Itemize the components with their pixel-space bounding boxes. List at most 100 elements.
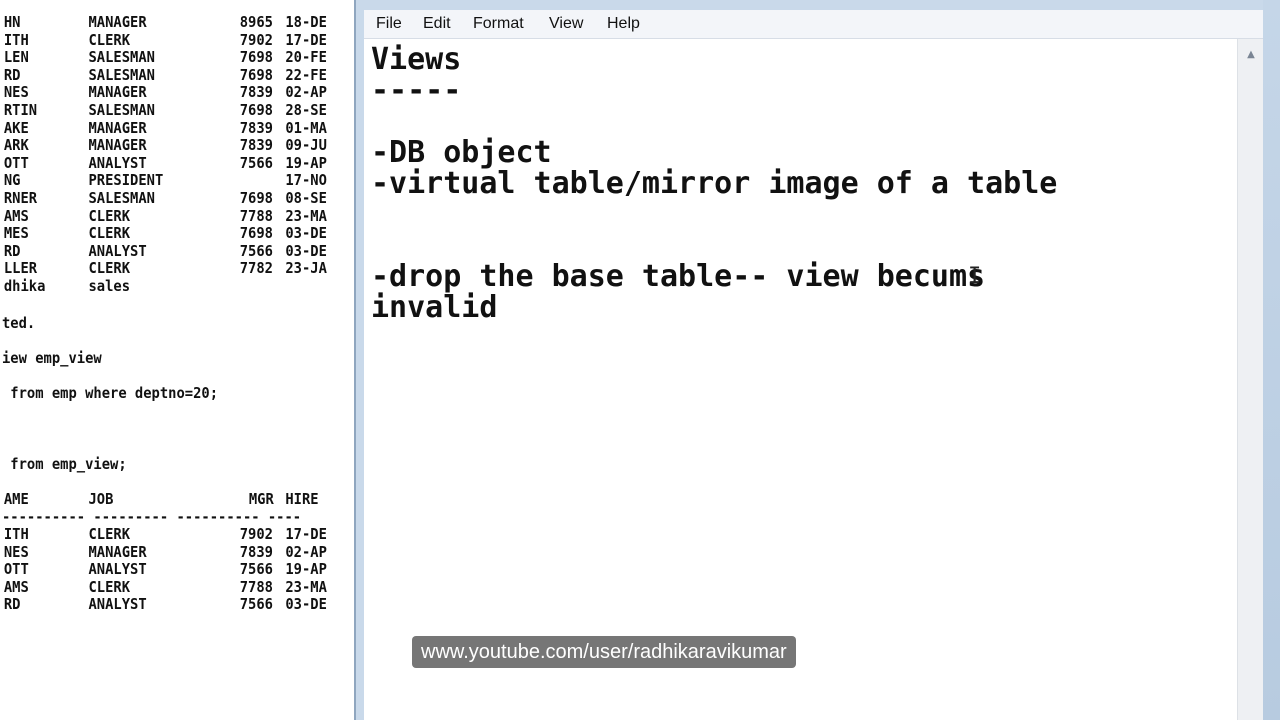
console-cell: 7902: [239, 30, 273, 49]
console-cell: 7782: [239, 259, 273, 278]
text-editor-area[interactable]: Views ----- -DB object -virtual table/mi…: [364, 39, 1237, 720]
console-cell: AME: [3, 490, 29, 508]
console-cell: RD: [3, 241, 21, 260]
console-cell: AMS: [3, 206, 29, 225]
console-cell: 23-JA: [285, 259, 327, 278]
editor-line: -DB object: [371, 135, 552, 170]
console-cell: MANAGER: [88, 542, 147, 561]
console-cell: CLERK: [88, 259, 131, 278]
console-cell: 8965: [239, 13, 273, 31]
console-cell: 7698: [239, 101, 273, 119]
menu-file[interactable]: File: [376, 15, 402, 33]
editor-line: invalid: [371, 290, 498, 325]
console-command: iew emp_view: [2, 349, 102, 367]
console-cell: PRESIDENT: [88, 171, 164, 190]
console-cell: 17-NO: [285, 171, 327, 190]
console-cell: ITH: [3, 525, 29, 543]
console-cell: 7566: [239, 241, 273, 260]
editor-line: -----: [371, 73, 462, 108]
console-cell: HIRE: [285, 490, 319, 508]
console-cell: MANAGER: [88, 83, 147, 102]
console-cell: ARK: [3, 136, 29, 155]
console-cell: 7839: [239, 136, 273, 155]
console-cell: 28-SE: [285, 101, 327, 119]
console-cell: CLERK: [88, 30, 131, 49]
console-cell: 08-SE: [285, 189, 327, 207]
console-cell: OTT: [3, 560, 29, 579]
console-cell: 23-MA: [285, 206, 327, 225]
menu-view[interactable]: View: [549, 15, 583, 33]
console-cell: JOB: [88, 490, 114, 508]
console-cell: 03-DE: [285, 595, 327, 614]
console-cell: 7698: [239, 224, 273, 243]
console-cell: RD: [3, 65, 21, 84]
console-cell: CLERK: [88, 577, 131, 596]
console-cell: 03-DE: [285, 224, 327, 243]
console-cell: AMS: [3, 577, 29, 596]
console-cell: 18-DE: [285, 13, 327, 31]
console-cell: 7788: [239, 206, 273, 225]
console-cell: MANAGER: [88, 136, 147, 155]
console-cell: 7698: [239, 48, 273, 67]
console-cell: SALESMAN: [88, 101, 155, 119]
console-cell: 09-JU: [285, 136, 327, 155]
console-message: ted.: [2, 314, 36, 332]
console-cell: NES: [3, 542, 29, 561]
console-cell: 7839: [239, 118, 273, 137]
editor-line: -virtual table/mirror image of a table: [371, 166, 1058, 201]
console-cell: RNER: [3, 189, 38, 207]
console-cell: HN: [3, 13, 21, 31]
vertical-scrollbar[interactable]: ▲: [1237, 39, 1264, 720]
console-cell: 17-DE: [285, 30, 327, 49]
console-cell: 22-FE: [285, 65, 327, 84]
console-cell: RTIN: [3, 101, 38, 119]
console-cell: 7698: [239, 189, 273, 207]
console-cell: MES: [3, 224, 29, 243]
console-cell: MANAGER: [88, 118, 147, 137]
console-command: from emp_view;: [2, 455, 127, 473]
console-cell: SALESMAN: [88, 48, 155, 67]
watermark-url: www.youtube.com/user/radhikaravikumar: [412, 636, 796, 668]
console-cell: LEN: [3, 48, 29, 67]
console-cell: 7902: [239, 525, 273, 543]
menu-help[interactable]: Help: [607, 15, 640, 33]
console-cell: 7788: [239, 577, 273, 596]
editor-line: -drop the base table-- view becums: [371, 259, 986, 294]
console-cell: SALESMAN: [88, 189, 155, 207]
menu-edit[interactable]: Edit: [423, 15, 451, 33]
console-cell: RD: [3, 595, 21, 614]
console-cell: NG: [3, 171, 21, 190]
console-cell: 19-AP: [285, 560, 327, 579]
scroll-up-arrow-icon[interactable]: ▲: [1238, 47, 1264, 63]
console-cell: 7839: [239, 83, 273, 102]
console-cell: LLER: [3, 259, 38, 278]
console-cell: 03-DE: [285, 241, 327, 260]
menu-format[interactable]: Format: [473, 15, 524, 33]
console-cell: ANALYST: [88, 560, 147, 579]
console-cell: ANALYST: [88, 241, 147, 260]
console-cell: 23-MA: [285, 577, 327, 596]
editor-line: Views: [371, 42, 462, 77]
console-cell: sales: [88, 277, 131, 295]
console-cell: SALESMAN: [88, 65, 155, 84]
console-cell: OTT: [3, 153, 29, 172]
console-cell: ANALYST: [88, 595, 147, 614]
console-cell: 7698: [239, 65, 273, 84]
text-cursor-icon: I: [968, 264, 982, 289]
console-cell: 02-AP: [285, 83, 327, 102]
console-cell: ITH: [3, 30, 29, 49]
console-cell: CLERK: [88, 224, 131, 243]
menu-bar: File Edit Format View Help: [364, 10, 1263, 39]
window-frame-right: [1263, 0, 1280, 720]
console-cell: dhika: [3, 277, 46, 295]
sqlplus-console: HN MANAGER 8965 18-DE ITH CLERK 7902 17-DE LEN SA…: [0, 0, 356, 720]
console-cell: 19-AP: [285, 153, 327, 172]
console-cell: CLERK: [88, 206, 131, 225]
console-cell: 7839: [239, 542, 273, 561]
console-cell: NES: [3, 83, 29, 102]
console-cell: MGR: [248, 490, 274, 508]
console-command: from emp where deptno=20;: [2, 384, 219, 402]
console-cell: 7566: [239, 560, 273, 579]
console-cell: 01-MA: [285, 118, 327, 137]
console-cell: 17-DE: [285, 525, 327, 543]
